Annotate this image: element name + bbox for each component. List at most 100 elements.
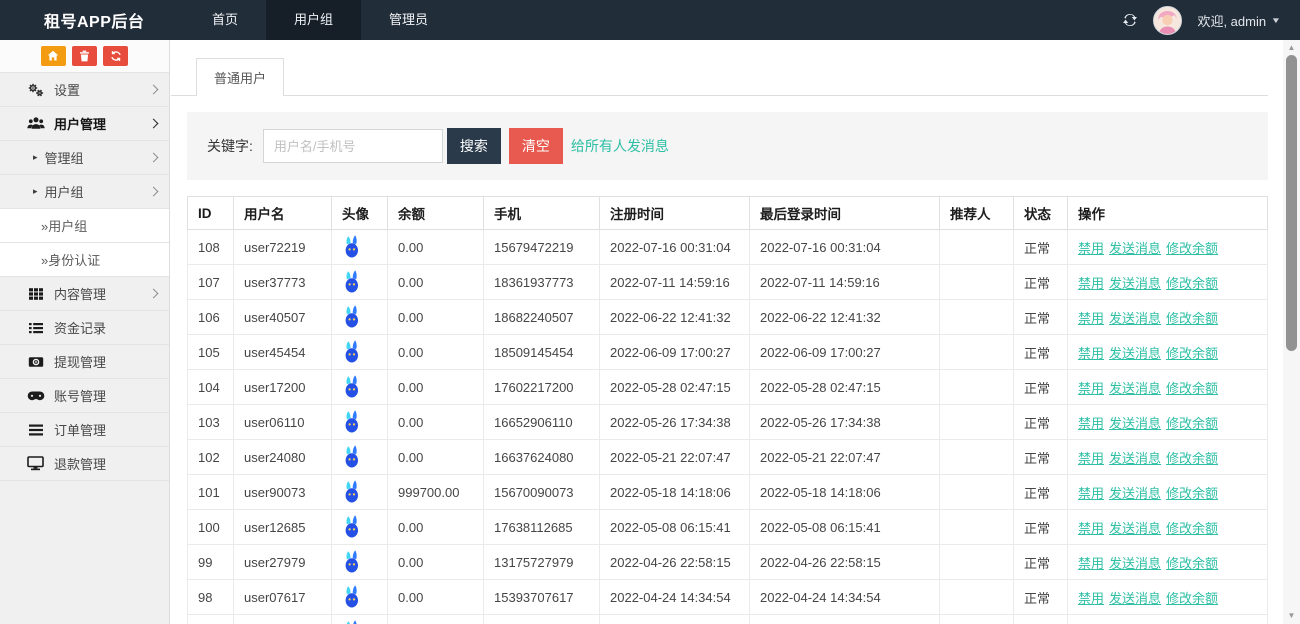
scrollbar-up-arrow-icon[interactable]: ▲ [1283,42,1300,54]
cell-id: 103 [188,405,234,440]
sidebar-item-7[interactable]: 内容管理 [0,277,169,311]
action-link-disable[interactable]: 禁用 [1078,556,1104,571]
rabbit-avatar-icon [342,305,362,329]
search-button[interactable]: 搜索 [447,128,501,164]
action-link-disable[interactable]: 禁用 [1078,311,1104,326]
sidebar-item-label: 管理组 [45,148,84,167]
action-link-disable[interactable]: 禁用 [1078,346,1104,361]
action-link-edit-balance[interactable]: 修改余额 [1166,311,1218,326]
cell-actions: 禁用发送消息修改余额 [1068,545,1268,580]
action-link-edit-balance[interactable]: 修改余额 [1166,451,1218,466]
action-link-edit-balance[interactable]: 修改余额 [1166,241,1218,256]
cell-username: user45454 [234,335,332,370]
action-link-edit-balance[interactable]: 修改余额 [1166,276,1218,291]
table-row: 106user405070.00186822405072022-06-22 12… [188,300,1268,335]
action-link-send-message[interactable]: 发送消息 [1109,556,1161,571]
action-link-disable[interactable]: 禁用 [1078,416,1104,431]
sidebar-item-5[interactable]: »用户组 [0,209,169,243]
sidebar-menu: 设置用户管理▸管理组▸用户组»用户组»身份认证内容管理资金记录提现管理账号管理订… [0,73,169,481]
scrollbar-thumb[interactable] [1286,55,1297,351]
action-link-disable[interactable]: 禁用 [1078,276,1104,291]
refresh-icon[interactable] [1122,12,1138,28]
action-link-send-message[interactable]: 发送消息 [1109,311,1161,326]
sidebar-item-11[interactable]: 订单管理 [0,413,169,447]
action-link-disable[interactable]: 禁用 [1078,521,1104,536]
rabbit-avatar-icon [342,480,362,504]
action-link-edit-balance[interactable]: 修改余额 [1166,416,1218,431]
desktop-icon [26,456,45,471]
action-link-send-message[interactable]: 发送消息 [1109,381,1161,396]
nav-item-1[interactable]: 首页 [184,0,266,40]
action-link-send-message[interactable]: 发送消息 [1109,486,1161,501]
sidebar-item-12[interactable]: 退款管理 [0,447,169,481]
clear-button[interactable]: 清空 [509,128,563,164]
action-link-edit-balance[interactable]: 修改余额 [1166,381,1218,396]
cell-balance: 999700.00 [388,475,484,510]
action-link-send-message[interactable]: 发送消息 [1109,521,1161,536]
scrollbar-down-arrow-icon[interactable]: ▼ [1283,610,1300,622]
table-row: 101user90073999700.00156700900732022-05-… [188,475,1268,510]
cell-phone: 18509145454 [484,335,600,370]
action-link-send-message[interactable]: 发送消息 [1109,416,1161,431]
cell-registered: 2022-04-26 22:58:15 [600,545,750,580]
cell-status: 正常 [1014,405,1068,440]
sidebar-item-9[interactable]: 提现管理 [0,345,169,379]
vertical-scrollbar[interactable]: ▲ ▼ [1283,40,1300,624]
action-link-disable[interactable]: 禁用 [1078,451,1104,466]
sidebar-item-4[interactable]: ▸用户组 [0,175,169,209]
sidebar-item-1[interactable]: 设置 [0,73,169,107]
action-link-edit-balance[interactable]: 修改余额 [1166,521,1218,536]
action-link-send-message[interactable]: 发送消息 [1109,346,1161,361]
recycle-button[interactable] [103,46,128,66]
sidebar-item-8[interactable]: 资金记录 [0,311,169,345]
action-link-edit-balance[interactable]: 修改余额 [1166,591,1218,606]
cell-balance: 0.00 [388,300,484,335]
trash-button[interactable] [72,46,97,66]
cell-actions: 禁用发送消息修改余额 [1068,335,1268,370]
gamepad-icon [26,389,45,403]
cell-referrer [940,545,1014,580]
cell-phone: 13175727979 [484,545,600,580]
cell-referrer [940,230,1014,265]
action-link-disable[interactable]: 禁用 [1078,486,1104,501]
cell-referrer [940,475,1014,510]
action-link-send-message[interactable]: 发送消息 [1109,241,1161,256]
cell-avatar [332,440,388,475]
broadcast-message-link[interactable]: 给所有人发消息 [571,136,669,156]
nav-item-2[interactable]: 用户组 [266,0,361,40]
sidebar-item-label: 内容管理 [54,284,106,303]
action-link-send-message[interactable]: 发送消息 [1109,451,1161,466]
chevron-right-icon [149,187,159,197]
action-link-edit-balance[interactable]: 修改余额 [1166,346,1218,361]
welcome-dropdown[interactable]: 欢迎, admin ▼ [1197,11,1280,30]
sidebar-item-label: 提现管理 [54,352,106,371]
action-link-send-message[interactable]: 发送消息 [1109,591,1161,606]
cell-last_login: 2022-04-26 22:58:15 [750,545,940,580]
home-button[interactable] [41,46,66,66]
action-link-disable[interactable]: 禁用 [1078,591,1104,606]
cell-username: user07617 [234,580,332,615]
sidebar-item-10[interactable]: 账号管理 [0,379,169,413]
cell-last_login: 2022-04-24 14:34:54 [750,580,940,615]
action-link-disable[interactable]: 禁用 [1078,241,1104,256]
user-avatar[interactable] [1153,6,1182,35]
nav-item-3[interactable]: 管理员 [361,0,456,40]
search-input[interactable] [263,129,443,163]
cell-registered: 2022-05-08 06:15:41 [600,510,750,545]
sidebar-item-2[interactable]: 用户管理 [0,107,169,141]
cell-actions: 禁用发送消息修改余额 [1068,265,1268,300]
cell-avatar [332,335,388,370]
action-link-edit-balance[interactable]: 修改余额 [1166,486,1218,501]
action-link-edit-balance[interactable]: 修改余额 [1166,556,1218,571]
main-content: 普通用户 关键字: 搜索 清空 给所有人发消息 ID用户名头像余额手机注册时间最… [171,40,1283,624]
sidebar-item-6[interactable]: »身份认证 [0,243,169,277]
action-link-disable[interactable]: 禁用 [1078,381,1104,396]
column-header: 推荐人 [940,197,1014,230]
action-link-send-message[interactable]: 发送消息 [1109,276,1161,291]
cell-registered: 2022-05-28 02:47:15 [600,370,750,405]
tab-normal-users[interactable]: 普通用户 [196,58,284,96]
cell-actions: 禁用发送消息修改余额 [1068,405,1268,440]
recycle-icon [110,50,122,62]
sidebar-item-3[interactable]: ▸管理组 [0,141,169,175]
cell-registered: 2022-05-21 22:07:47 [600,440,750,475]
